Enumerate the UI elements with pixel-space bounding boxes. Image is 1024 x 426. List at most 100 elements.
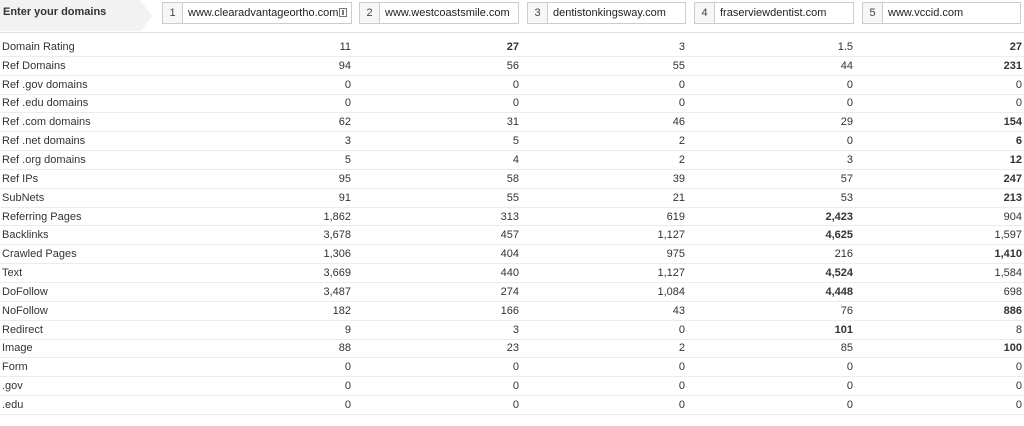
metric-label: Ref .gov domains <box>2 78 88 91</box>
domain-input-4[interactable]: 4 fraserviewdentist.com <box>694 2 854 24</box>
metric-value-domain-1: 62 <box>338 116 351 129</box>
metric-value-domain-5: 213 <box>1003 191 1022 204</box>
metric-label: Redirect <box>2 323 43 336</box>
metric-value-domain-3: 21 <box>672 191 685 204</box>
metric-value-domain-4: 4,448 <box>825 285 853 298</box>
metric-value-domain-3: 2 <box>678 153 685 166</box>
metric-value-domain-5: 0 <box>1015 78 1022 91</box>
metric-value-domain-2: 0 <box>512 398 519 411</box>
metric-value-domain-3: 0 <box>678 78 685 91</box>
domain-input-5[interactable]: 5 www.vccid.com <box>862 2 1021 24</box>
domain-number-4: 4 <box>695 3 715 23</box>
metric-value-domain-1: 0 <box>344 380 351 393</box>
metric-value-domain-3: 3 <box>678 40 685 53</box>
metric-label: DoFollow <box>2 285 48 298</box>
metric-label: Ref IPs <box>2 172 39 185</box>
table-row: Ref IPs 95 58 39 57 247 <box>0 170 1024 189</box>
domain-input-3[interactable]: 3 dentistonkingsway.com <box>527 2 686 24</box>
metric-value-domain-1: 1,862 <box>323 210 351 223</box>
metric-value-domain-4: 4,524 <box>825 267 853 280</box>
metric-label: Ref .edu domains <box>2 97 89 110</box>
metric-label: Backlinks <box>2 229 49 242</box>
metric-label: SubNets <box>2 191 45 204</box>
metric-label: Form <box>2 361 28 374</box>
metric-value-domain-1: 182 <box>332 304 351 317</box>
domain-number-2: 2 <box>360 3 380 23</box>
metric-value-domain-1: 9 <box>344 323 351 336</box>
domain-input-1[interactable]: 1 www.clearadvantageortho.com <box>162 2 352 24</box>
metric-value-domain-1: 1,306 <box>323 248 351 261</box>
metric-value-domain-2: 440 <box>500 267 519 280</box>
metric-label: NoFollow <box>2 304 48 317</box>
table-row: Referring Pages 1,862 313 619 2,423 904 <box>0 208 1024 227</box>
domain-input-2[interactable]: 2 www.westcoastsmile.com <box>359 2 519 24</box>
metric-label: Text <box>2 267 23 280</box>
domain-value-4[interactable]: fraserviewdentist.com <box>715 3 853 23</box>
metric-value-domain-3: 1,127 <box>657 267 685 280</box>
metric-value-domain-2: 166 <box>500 304 519 317</box>
domain-value-5[interactable]: www.vccid.com <box>883 3 1020 23</box>
metric-value-domain-5: 0 <box>1015 398 1022 411</box>
domain-value-2[interactable]: www.westcoastsmile.com <box>380 3 518 23</box>
metric-value-domain-3: 0 <box>678 97 685 110</box>
metric-value-domain-2: 457 <box>500 229 519 242</box>
metric-value-domain-2: 3 <box>512 323 519 336</box>
table-row: Ref Domains 94 56 55 44 231 <box>0 57 1024 76</box>
domain-value-3[interactable]: dentistonkingsway.com <box>548 3 685 23</box>
metric-value-domain-2: 27 <box>506 40 519 53</box>
metric-value-domain-2: 404 <box>500 248 519 261</box>
metric-value-domain-4: 44 <box>840 59 853 72</box>
table-row: SubNets 91 55 21 53 213 <box>0 189 1024 208</box>
metric-value-domain-3: 0 <box>678 398 685 411</box>
metric-value-domain-2: 0 <box>512 97 519 110</box>
metric-value-domain-3: 975 <box>666 248 685 261</box>
domain-number-5: 5 <box>863 3 883 23</box>
metric-value-domain-4: 3 <box>846 153 853 166</box>
metric-value-domain-3: 55 <box>672 59 685 72</box>
metric-value-domain-5: 8 <box>1015 323 1022 336</box>
table-row: .gov 0 0 0 0 0 <box>0 377 1024 397</box>
metric-value-domain-1: 3,487 <box>323 285 351 298</box>
metric-value-domain-5: 0 <box>1015 361 1022 374</box>
metric-label: Ref .com domains <box>2 116 91 129</box>
enter-domains-arrow <box>140 0 152 32</box>
metric-value-domain-3: 619 <box>666 210 685 223</box>
metric-value-domain-1: 5 <box>344 153 351 166</box>
metric-value-domain-1: 0 <box>344 97 351 110</box>
metric-value-domain-4: 101 <box>834 323 853 336</box>
metric-value-domain-2: 0 <box>512 361 519 374</box>
domain-input-1-value[interactable]: www.clearadvantageortho.com <box>183 3 351 23</box>
metric-value-domain-3: 2 <box>678 342 685 355</box>
clear-icon[interactable] <box>339 8 347 17</box>
metric-value-domain-5: 1,410 <box>994 248 1022 261</box>
domain-number-3: 3 <box>528 3 548 23</box>
metric-value-domain-5: 27 <box>1009 40 1022 53</box>
metric-value-domain-2: 56 <box>506 59 519 72</box>
metric-value-domain-5: 100 <box>1003 342 1022 355</box>
metric-value-domain-1: 11 <box>339 40 351 53</box>
table-row: Redirect 9 3 0 101 8 <box>0 321 1024 340</box>
table-row: Crawled Pages 1,306 404 975 216 1,410 <box>0 245 1024 265</box>
metric-value-domain-1: 94 <box>338 59 351 72</box>
metric-value-domain-2: 5 <box>512 135 519 148</box>
metric-value-domain-3: 39 <box>672 172 685 185</box>
metric-value-domain-5: 886 <box>1003 304 1022 317</box>
table-row: Text 3,669 440 1,127 4,524 1,584 <box>0 264 1024 283</box>
metric-label: Domain Rating <box>2 40 75 53</box>
metric-value-domain-1: 95 <box>338 172 351 185</box>
table-row: NoFollow 182 166 43 76 886 <box>0 302 1024 321</box>
metric-label: Referring Pages <box>2 210 82 223</box>
metric-value-domain-2: 0 <box>512 380 519 393</box>
table-row: Domain Rating 11 27 3 1.5 27 <box>0 38 1024 57</box>
domain-value-1: www.clearadvantageortho.com <box>188 7 339 19</box>
table-row: DoFollow 3,487 274 1,084 4,448 698 <box>0 283 1024 302</box>
metric-value-domain-5: 6 <box>1015 135 1022 148</box>
metric-value-domain-1: 91 <box>338 191 351 204</box>
table-row: Ref .org domains 5 4 2 3 12 <box>0 151 1024 170</box>
metric-value-domain-4: 0 <box>846 380 853 393</box>
metric-value-domain-4: 2,423 <box>825 210 853 223</box>
metric-value-domain-5: 904 <box>1003 210 1022 223</box>
metric-value-domain-4: 4,625 <box>825 229 853 242</box>
metric-value-domain-1: 88 <box>338 342 351 355</box>
metric-value-domain-3: 1,084 <box>657 285 685 298</box>
